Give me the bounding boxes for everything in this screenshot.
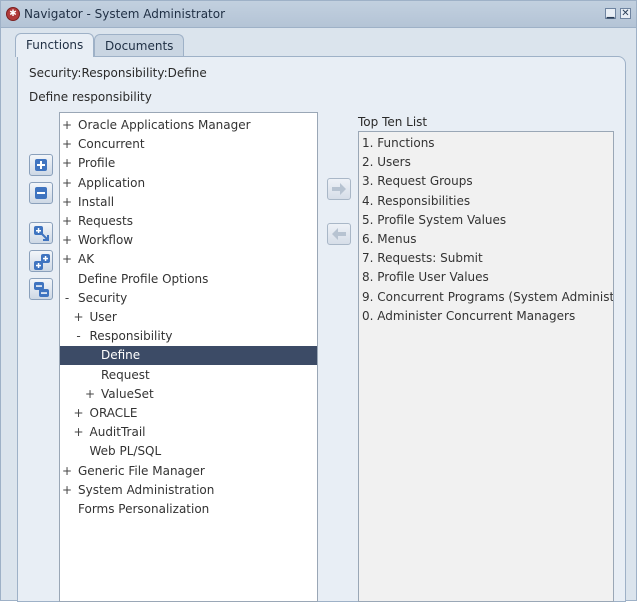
tree-item[interactable]: Forms Personalization bbox=[60, 500, 317, 519]
tree-item[interactable]: Define bbox=[60, 346, 317, 366]
tree-item-label: Security bbox=[78, 290, 128, 305]
tree-item-label: ORACLE bbox=[89, 406, 138, 420]
tree-item-label: User bbox=[89, 310, 117, 324]
tree-item-label: Profile bbox=[78, 156, 116, 171]
tree-item[interactable]: Define Profile Options bbox=[60, 270, 317, 289]
arrow-right-icon bbox=[332, 183, 346, 195]
tree-item-label: AuditTrail bbox=[89, 425, 146, 440]
oracle-app-icon: ✱ bbox=[6, 7, 20, 21]
close-icon[interactable]: ✕ bbox=[620, 8, 631, 19]
title-bar[interactable]: ✱ Navigator - System Administrator ▁ ✕ bbox=[1, 1, 636, 28]
minimize-icon[interactable]: ▁ bbox=[605, 8, 616, 19]
tree-item-label: Forms Personalization bbox=[78, 502, 210, 516]
tree-item[interactable]: + Generic File Manager bbox=[60, 462, 317, 481]
window-title: Navigator - System Administrator bbox=[24, 7, 226, 21]
collapse-all-button[interactable] bbox=[29, 278, 53, 300]
tab-functions[interactable]: Functions bbox=[15, 33, 95, 57]
collapse-all-icon bbox=[34, 282, 49, 297]
tree-item-label: Request bbox=[101, 367, 150, 382]
remove-from-top-ten-button[interactable] bbox=[327, 223, 351, 245]
top-ten-item[interactable]: 7. Requests: Submit bbox=[362, 249, 613, 268]
expand-button[interactable] bbox=[29, 154, 53, 176]
tree-item[interactable]: + Application bbox=[60, 174, 317, 193]
tree-item[interactable]: + Oracle Applications Manager bbox=[60, 116, 317, 135]
top-ten-item[interactable]: 9. Concurrent Programs (System Administr… bbox=[362, 288, 613, 307]
tree-item-label: Install bbox=[78, 194, 115, 209]
tree-item-label: Define Profile Options bbox=[78, 271, 209, 286]
top-ten-item[interactable]: 5. Profile System Values bbox=[362, 211, 613, 230]
navigator-window: ✱ Navigator - System Administrator ▁ ✕ F… bbox=[0, 0, 637, 602]
tree-item[interactable]: + System Administration bbox=[60, 481, 317, 500]
expand-node-icon[interactable]: + bbox=[62, 116, 72, 135]
expand-node-icon[interactable]: + bbox=[74, 308, 84, 327]
top-ten-item[interactable]: 8. Profile User Values bbox=[362, 268, 613, 287]
tree-item-label: AK bbox=[78, 252, 95, 267]
top-ten-label: Top Ten List bbox=[358, 115, 428, 129]
tree-item-label: Concurrent bbox=[78, 137, 145, 152]
collapse-node-icon[interactable]: - bbox=[62, 289, 72, 308]
tree-item[interactable]: + AK bbox=[60, 250, 317, 269]
tree-item-label: Requests bbox=[78, 214, 133, 228]
collapse-icon bbox=[35, 187, 47, 199]
tree-item-label: Oracle Applications Manager bbox=[78, 118, 251, 132]
section-description: Define responsibility bbox=[29, 90, 152, 104]
tab-documents[interactable]: Documents bbox=[94, 34, 185, 56]
tree-item-label: ValueSet bbox=[101, 386, 154, 401]
breadcrumb: Security:Responsibility:Define bbox=[29, 66, 207, 80]
expand-node-icon[interactable]: + bbox=[62, 231, 72, 250]
expand-node-icon[interactable]: + bbox=[62, 193, 72, 212]
tree-item[interactable]: - Security bbox=[60, 289, 317, 308]
tree-item-label: Web PL/SQL bbox=[89, 444, 162, 459]
tree-item[interactable]: + User bbox=[60, 308, 317, 327]
expand-all-button[interactable] bbox=[29, 250, 53, 272]
arrow-left-icon bbox=[332, 228, 346, 240]
top-ten-item[interactable]: 4. Responsibilities bbox=[362, 192, 613, 211]
tree-item[interactable]: + Concurrent bbox=[60, 135, 317, 154]
tree-item[interactable]: + Workflow bbox=[60, 231, 317, 250]
tree-item-label: Application bbox=[78, 175, 146, 190]
expand-icon bbox=[35, 159, 47, 171]
tree-item[interactable]: + ORACLE bbox=[60, 404, 317, 423]
top-ten-item[interactable]: 1. Functions bbox=[362, 134, 613, 153]
expand-node-icon[interactable]: + bbox=[62, 481, 72, 500]
top-ten-item[interactable]: 2. Users bbox=[362, 153, 613, 172]
top-ten-item[interactable]: 6. Menus bbox=[362, 230, 613, 249]
tree-item[interactable]: + Install bbox=[60, 193, 317, 212]
tree-item[interactable]: - Responsibility bbox=[60, 327, 317, 346]
tree-item[interactable]: + AuditTrail bbox=[60, 423, 317, 442]
expand-node-icon[interactable]: + bbox=[62, 154, 72, 173]
tree-item-label: Workflow bbox=[78, 233, 134, 248]
expand-node-icon[interactable]: + bbox=[62, 174, 72, 193]
collapse-node-icon[interactable]: - bbox=[74, 327, 84, 346]
expand-node-icon[interactable]: + bbox=[62, 250, 72, 269]
tree-item[interactable]: + Requests bbox=[60, 212, 317, 231]
expand-branch-icon bbox=[34, 226, 49, 241]
tree-item[interactable]: + Profile bbox=[60, 154, 317, 173]
expand-node-icon[interactable]: + bbox=[62, 462, 72, 481]
expand-node-icon[interactable]: + bbox=[62, 135, 72, 154]
expand-node-icon[interactable]: + bbox=[85, 385, 95, 404]
expand-node-icon[interactable]: + bbox=[74, 423, 84, 442]
tree-item-label: Responsibility bbox=[89, 329, 173, 344]
top-ten-item[interactable]: 3. Request Groups bbox=[362, 172, 613, 191]
function-tree[interactable]: + Oracle Applications Manager + Concurrent +… bbox=[59, 112, 318, 602]
collapse-button[interactable] bbox=[29, 182, 53, 204]
tree-item[interactable]: Request bbox=[60, 366, 317, 385]
tree-item-label: Generic File Manager bbox=[78, 463, 205, 478]
top-ten-item[interactable]: 0. Administer Concurrent Managers bbox=[362, 307, 613, 326]
tree-item[interactable]: Web PL/SQL bbox=[60, 442, 317, 461]
add-to-top-ten-button[interactable] bbox=[327, 178, 351, 200]
tree-item-label: System Administration bbox=[78, 482, 215, 497]
expand-branch-button[interactable] bbox=[29, 222, 53, 244]
expand-all-icon bbox=[34, 254, 50, 270]
expand-node-icon[interactable]: + bbox=[74, 404, 84, 423]
expand-node-icon[interactable]: + bbox=[62, 212, 72, 231]
top-ten-list[interactable]: 1. Functions 2. Users 3. Request Groups 4. … bbox=[358, 131, 614, 602]
tree-item-label: Define bbox=[101, 348, 141, 363]
tree-item[interactable]: + ValueSet bbox=[60, 385, 317, 404]
